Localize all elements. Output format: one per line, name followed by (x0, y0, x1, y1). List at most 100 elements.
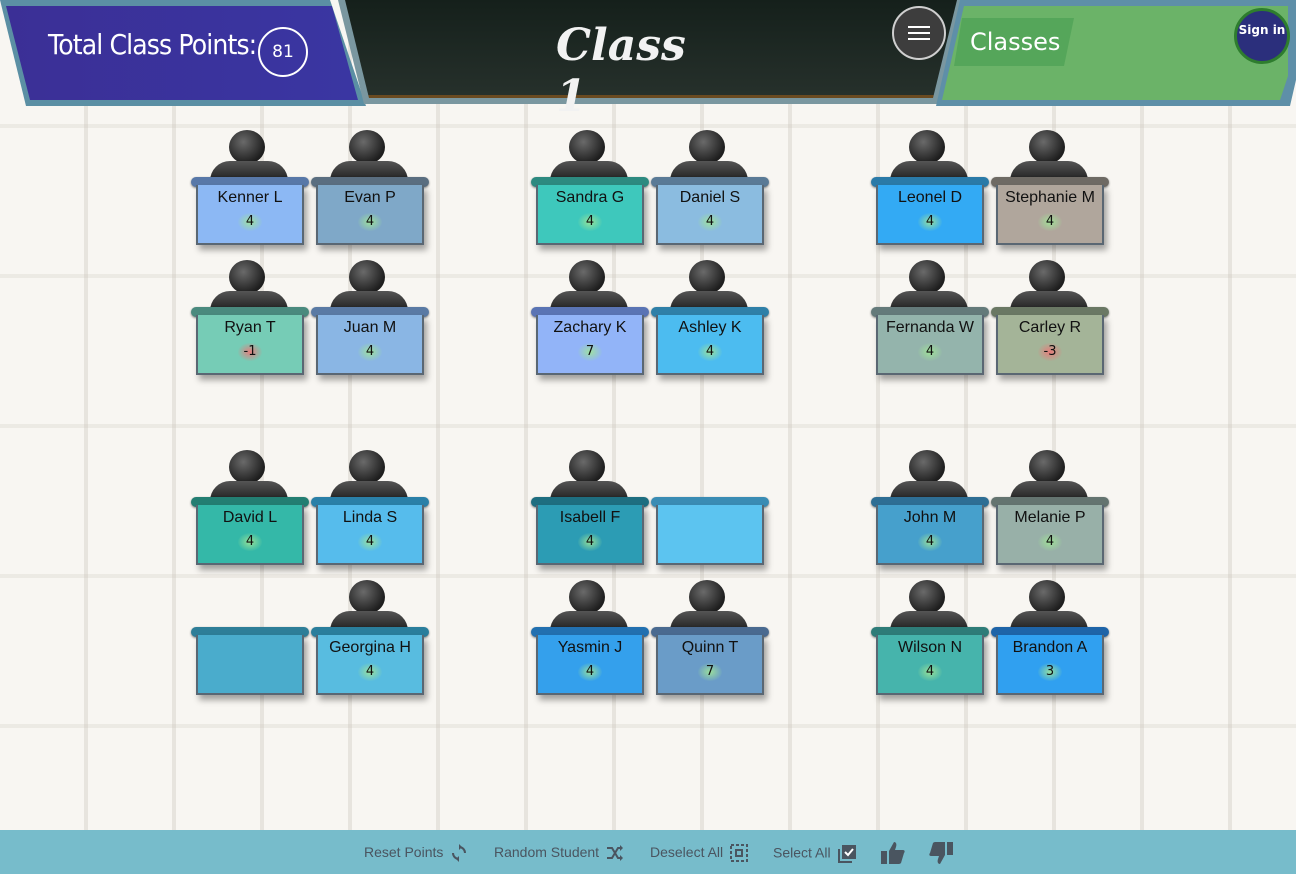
student-seat[interactable]: Fernanda W 4 (871, 260, 989, 386)
student-seat[interactable]: Isabell F 4 (531, 450, 649, 576)
student-seat[interactable]: Ashley K 4 (651, 260, 769, 386)
student-seat[interactable]: Evan P 4 (311, 130, 429, 256)
student-name: Leonel D (897, 189, 963, 206)
desk: Carley R -3 (996, 315, 1104, 375)
select-all-label: Select All (773, 844, 831, 861)
class-title: Class 1 (556, 20, 686, 122)
desk: John M 4 (876, 505, 984, 565)
menu-button[interactable] (892, 6, 946, 60)
student-seat[interactable]: Stephanie M 4 (991, 130, 1109, 256)
student-head (349, 260, 385, 294)
student-head (229, 260, 265, 294)
student-head (1029, 580, 1065, 614)
student-head (909, 450, 945, 484)
student-name: Evan P (344, 189, 396, 206)
deselect-all-button[interactable]: Deselect All (650, 844, 749, 864)
desk (196, 635, 304, 695)
student-seat[interactable]: Wilson N 4 (871, 580, 989, 706)
student-name: John M (903, 509, 957, 526)
student-head (1029, 450, 1065, 484)
student-points: 4 (918, 663, 942, 681)
student-seat[interactable]: Linda S 4 (311, 450, 429, 576)
shuffle-icon (606, 845, 623, 862)
student-head (569, 130, 605, 164)
student-seat[interactable]: Leonel D 4 (871, 130, 989, 256)
student-name: Carley R (1018, 319, 1082, 336)
desk: Ashley K 4 (656, 315, 764, 375)
desk: Yasmin J 4 (536, 635, 644, 695)
student-points: 3 (1038, 663, 1062, 681)
student-seat[interactable]: Yasmin J 4 (531, 580, 649, 706)
select-all-button[interactable]: Select All (773, 844, 857, 864)
student-points: 4 (918, 533, 942, 551)
student-name: Brandon A (1012, 639, 1088, 656)
empty-seat[interactable] (651, 450, 769, 576)
desk: Georgina H 4 (316, 635, 424, 695)
student-head (1029, 130, 1065, 164)
student-points: 4 (358, 533, 382, 551)
student-name: Linda S (342, 509, 398, 526)
student-head (349, 450, 385, 484)
student-seat[interactable]: John M 4 (871, 450, 989, 576)
student-name: Stephanie M (1005, 189, 1095, 206)
student-seat[interactable]: David L 4 (191, 450, 309, 576)
student-head (689, 130, 725, 164)
student-seat[interactable]: Melanie P 4 (991, 450, 1109, 576)
desk: Quinn T 7 (656, 635, 764, 695)
student-points: 4 (918, 213, 942, 231)
student-points: 4 (358, 213, 382, 231)
student-seat[interactable]: Brandon A 3 (991, 580, 1109, 706)
random-student-label: Random Student (494, 844, 600, 860)
student-points: -1 (238, 343, 262, 361)
student-head (229, 130, 265, 164)
student-seat[interactable]: Zachary K 7 (531, 260, 649, 386)
deselect-all-label: Deselect All (650, 844, 724, 860)
student-name: Juan M (343, 319, 397, 336)
desk: Zachary K 7 (536, 315, 644, 375)
student-head (909, 130, 945, 164)
student-seat[interactable]: Daniel S 4 (651, 130, 769, 256)
sign-in-button[interactable]: Sign in (1234, 8, 1290, 64)
student-head (349, 130, 385, 164)
random-student-button[interactable]: Random Student (494, 844, 624, 864)
student-seat[interactable]: Ryan T -1 (191, 260, 309, 386)
reset-points-label: Reset Points (364, 844, 444, 860)
student-head (689, 260, 725, 294)
thumbs-down-icon[interactable] (928, 840, 954, 866)
student-seat[interactable]: Georgina H 4 (311, 580, 429, 706)
desk: Wilson N 4 (876, 635, 984, 695)
reset-points-button[interactable]: Reset Points (364, 844, 468, 864)
header: Total Class Points: 81 Class 1 Classes S… (0, 0, 1296, 122)
student-name: Georgina H (329, 639, 411, 656)
student-points: -3 (1038, 343, 1062, 361)
student-name: Ashley K (678, 319, 742, 336)
student-name: Zachary K (553, 319, 627, 336)
student-seat[interactable]: Carley R -3 (991, 260, 1109, 386)
student-seat[interactable]: Kenner L 4 (191, 130, 309, 256)
student-head (1029, 260, 1065, 294)
student-name: David L (222, 509, 278, 526)
student-head (909, 580, 945, 614)
student-points: 4 (578, 213, 602, 231)
student-head (569, 580, 605, 614)
desk: Ryan T -1 (196, 315, 304, 375)
refresh-icon (452, 844, 467, 863)
desk: Isabell F 4 (536, 505, 644, 565)
student-seat[interactable]: Quinn T 7 (651, 580, 769, 706)
classes-button[interactable]: Classes (954, 18, 1074, 66)
student-name: Fernanda W (885, 319, 975, 336)
student-head (689, 580, 725, 614)
student-points: 7 (698, 663, 722, 681)
thumbs-up-icon[interactable] (880, 840, 906, 866)
student-name: Quinn T (681, 639, 739, 656)
desk: Juan M 4 (316, 315, 424, 375)
student-name: Yasmin J (557, 639, 623, 656)
empty-seat[interactable] (191, 580, 309, 706)
total-points-label: Total Class Points: (48, 28, 257, 61)
student-seat[interactable]: Juan M 4 (311, 260, 429, 386)
student-points: 4 (358, 663, 382, 681)
student-points: 4 (578, 663, 602, 681)
student-name: Isabell F (559, 509, 621, 526)
student-seat[interactable]: Sandra G 4 (531, 130, 649, 256)
student-name: Kenner L (217, 189, 283, 206)
